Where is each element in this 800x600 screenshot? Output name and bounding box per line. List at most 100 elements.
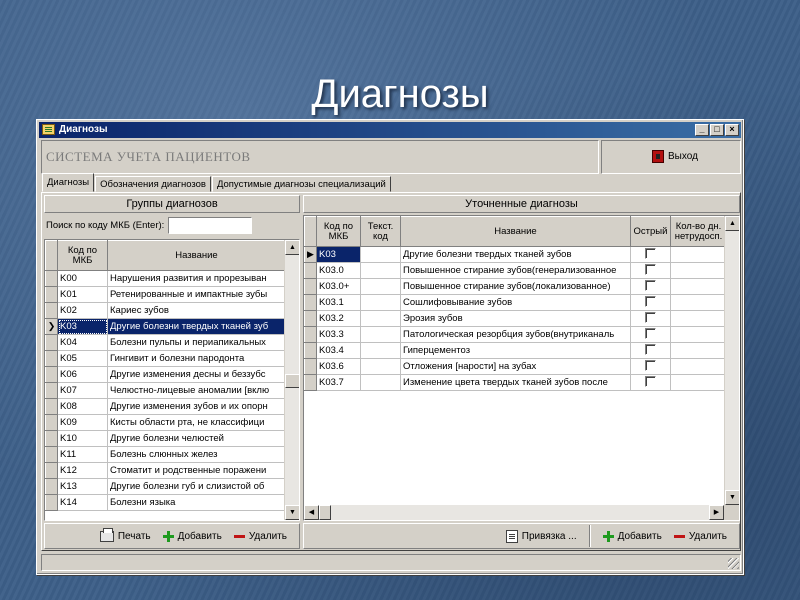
refined-hscroll[interactable]: ◀ ▶ — [304, 505, 724, 520]
acute-checkbox[interactable] — [645, 279, 656, 291]
acute-checkbox[interactable] — [645, 247, 656, 259]
cell-name[interactable]: Стоматит и родственные поражени — [107, 462, 286, 479]
cell-text-code[interactable] — [360, 342, 401, 359]
table-row[interactable]: K11 Болезнь слюнных желез — [45, 446, 286, 463]
table-row[interactable]: K08 Другие изменения зубов и их опорн — [45, 398, 286, 415]
table-row[interactable]: K13 Другие болезни губ и слизистой об — [45, 478, 286, 495]
scroll-right-button[interactable]: ▶ — [709, 505, 724, 520]
mkb-search-input[interactable] — [168, 217, 253, 234]
table-row[interactable]: K04 Болезни пульпы и периапикальных — [45, 334, 286, 351]
maximize-button[interactable]: □ — [710, 124, 724, 136]
cell-name[interactable]: Другие болезни губ и слизистой об — [107, 478, 286, 495]
acute-checkbox[interactable] — [645, 375, 656, 387]
minimize-button[interactable]: _ — [695, 124, 709, 136]
scroll-up-button[interactable]: ▲ — [725, 216, 739, 231]
cell-acute[interactable] — [630, 278, 671, 295]
cell-name[interactable]: Повышенное стирание зубов(локализованное… — [400, 278, 631, 295]
delete-diagnosis-button[interactable]: Удалить — [673, 531, 727, 542]
cell-sick-days[interactable] — [670, 246, 727, 263]
table-row[interactable]: K06 Другие изменения десны и беззубс — [45, 366, 286, 383]
cell-acute[interactable] — [630, 262, 671, 279]
scroll-up-button[interactable]: ▲ — [285, 240, 299, 255]
cell-code[interactable]: K03.0+ — [316, 278, 361, 295]
cell-code[interactable]: K13 — [57, 478, 108, 495]
cell-text-code[interactable] — [360, 246, 401, 263]
column-header-acute[interactable]: Острый — [630, 216, 671, 247]
cell-sick-days[interactable] — [670, 294, 727, 311]
cell-name[interactable]: Изменение цвета твердых тканей зубов пос… — [400, 374, 631, 391]
add-group-button[interactable]: Добавить — [162, 530, 222, 542]
cell-sick-days[interactable] — [670, 278, 727, 295]
cell-name[interactable]: Гингивит и болезни пародонта — [107, 350, 286, 367]
table-row[interactable]: K03.0 Повышенное стирание зубов(генерализ… — [304, 262, 727, 279]
table-row[interactable]: K10 Другие болезни челюстей — [45, 430, 286, 447]
cell-name[interactable]: Сошлифовывание зубов — [400, 294, 631, 311]
print-button[interactable]: Печать — [99, 527, 151, 542]
cell-acute[interactable] — [630, 326, 671, 343]
acute-checkbox[interactable] — [645, 327, 656, 339]
column-header-text-code[interactable]: Текст. код — [360, 216, 401, 247]
cell-code[interactable]: K03.6 — [316, 358, 361, 375]
resize-grip-icon[interactable] — [728, 558, 739, 569]
cell-code[interactable]: K03.0 — [316, 262, 361, 279]
cell-sick-days[interactable] — [670, 374, 727, 391]
cell-name[interactable]: Кариес зубов — [107, 302, 286, 319]
cell-sick-days[interactable] — [670, 358, 727, 375]
cell-acute[interactable] — [630, 342, 671, 359]
table-row[interactable]: K03.0+ Повышенное стирание зубов(локализо… — [304, 278, 727, 295]
cell-name[interactable]: Ретенированные и импактные зубы — [107, 286, 286, 303]
table-row[interactable]: ▶ K03 Другие болезни твердых тканей зубов — [304, 246, 727, 263]
table-row[interactable]: K03.6 Отложения [нарости] на зубах — [304, 358, 727, 375]
table-row[interactable]: ❯ K03 Другие болезни твердых тканей зуб — [45, 318, 286, 335]
tab-allowed-diagnoses[interactable]: Допустимые диагнозы специализаций — [211, 176, 391, 192]
acute-checkbox[interactable] — [645, 295, 656, 307]
cell-text-code[interactable] — [360, 278, 401, 295]
cell-code[interactable]: K03 — [316, 246, 361, 263]
tab-diagnosis-designations[interactable]: Обозначения диагнозов — [95, 176, 211, 192]
cell-name[interactable]: Патологическая резорбция зубов(внутрикан… — [400, 326, 631, 343]
refined-vscroll[interactable]: ▲ ▼ — [724, 216, 739, 505]
cell-name[interactable]: Повышенное стирание зубов(генерализованн… — [400, 262, 631, 279]
column-header-code[interactable]: Код по МКБ — [316, 216, 361, 247]
table-row[interactable]: K07 Челюстно-лицевые аномалии [вклю — [45, 382, 286, 399]
scroll-left-button[interactable]: ◀ — [304, 505, 319, 520]
acute-checkbox[interactable] — [645, 359, 656, 371]
acute-checkbox[interactable] — [645, 343, 656, 355]
table-row[interactable]: K01 Ретенированные и импактные зубы — [45, 286, 286, 303]
table-row[interactable]: K03.2 Эрозия зубов — [304, 310, 727, 327]
column-header-name[interactable]: Название — [400, 216, 631, 247]
cell-code[interactable]: K10 — [57, 430, 108, 447]
cell-name[interactable]: Другие изменения десны и беззубс — [107, 366, 286, 383]
cell-code[interactable]: K03.7 — [316, 374, 361, 391]
cell-text-code[interactable] — [360, 326, 401, 343]
cell-text-code[interactable] — [360, 358, 401, 375]
column-header-code[interactable]: Код по МКБ — [57, 240, 108, 271]
cell-code[interactable]: K07 — [57, 382, 108, 399]
acute-checkbox[interactable] — [645, 263, 656, 275]
cell-name[interactable]: Другие болезни челюстей — [107, 430, 286, 447]
cell-acute[interactable] — [630, 310, 671, 327]
delete-group-button[interactable]: Удалить — [233, 531, 287, 542]
cell-name[interactable]: Болезни языка — [107, 494, 286, 511]
cell-code[interactable]: K00 — [57, 270, 108, 287]
table-row[interactable]: K00 Нарушения развития и прорезыван — [45, 270, 286, 287]
table-row[interactable]: K09 Кисты области рта, не классифици — [45, 414, 286, 431]
cell-name[interactable]: Гиперцементоз — [400, 342, 631, 359]
table-row[interactable]: K03.1 Сошлифовывание зубов — [304, 294, 727, 311]
cell-name[interactable]: Другие изменения зубов и их опорн — [107, 398, 286, 415]
table-row[interactable]: K05 Гингивит и болезни пародонта — [45, 350, 286, 367]
table-row[interactable]: K02 Кариес зубов — [45, 302, 286, 319]
cell-acute[interactable] — [630, 358, 671, 375]
cell-code[interactable]: K03.2 — [316, 310, 361, 327]
cell-code[interactable]: K03.3 — [316, 326, 361, 343]
cell-text-code[interactable] — [360, 262, 401, 279]
cell-text-code[interactable] — [360, 374, 401, 391]
window-titlebar[interactable]: Диагнозы _ □ × — [39, 122, 741, 138]
cell-name[interactable]: Нарушения развития и прорезыван — [107, 270, 286, 287]
cell-name[interactable]: Эрозия зубов — [400, 310, 631, 327]
link-button[interactable]: Привязка ... — [505, 529, 577, 543]
tab-diagnoses[interactable]: Диагнозы — [42, 173, 95, 192]
cell-code[interactable]: K09 — [57, 414, 108, 431]
table-row[interactable]: K03.3 Патологическая резорбция зубов(внут… — [304, 326, 727, 343]
cell-name[interactable]: Болезнь слюнных желез — [107, 446, 286, 463]
